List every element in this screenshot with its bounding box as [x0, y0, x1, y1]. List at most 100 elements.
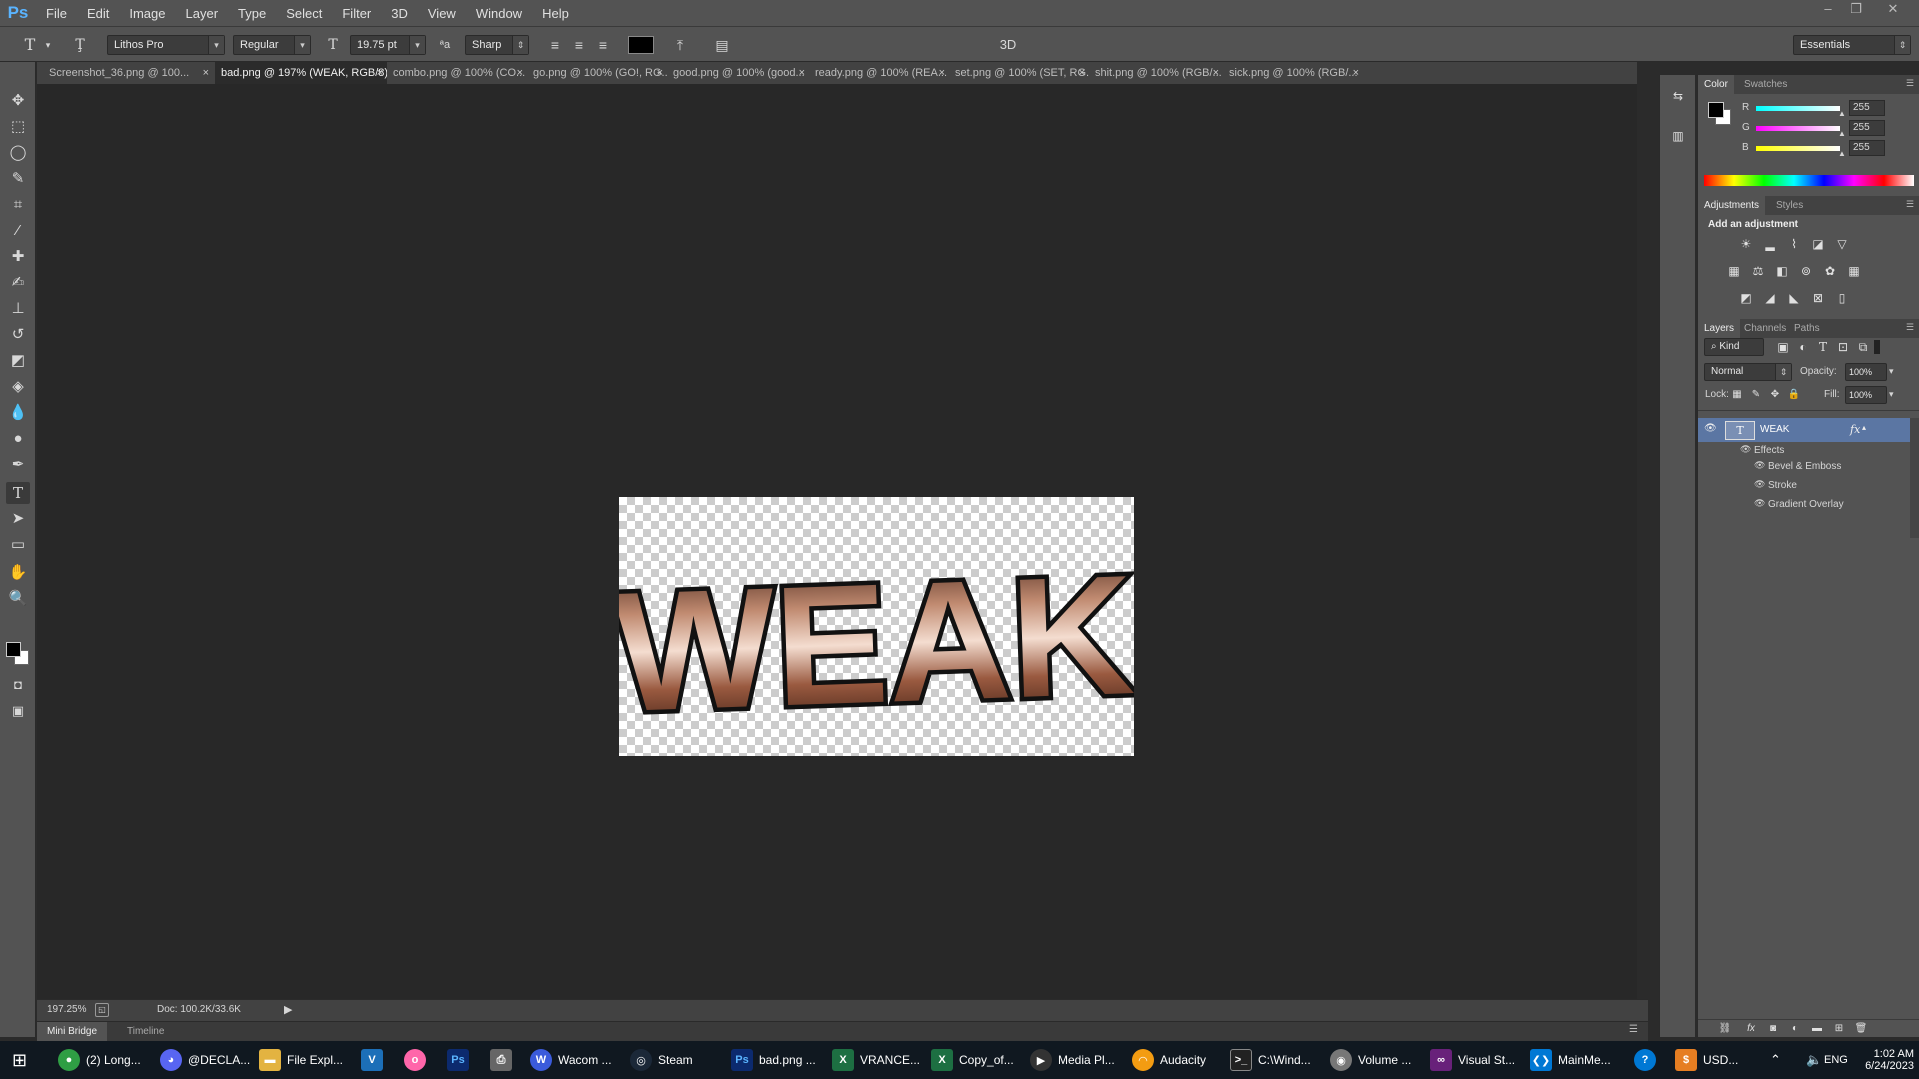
- layers-scrollbar[interactable]: [1910, 418, 1919, 538]
- visibility-eye-icon[interactable]: 👁: [1754, 479, 1765, 490]
- warp-text-icon[interactable]: ⤒: [670, 35, 690, 55]
- tab-mini-bridge[interactable]: Mini Bridge: [37, 1022, 108, 1041]
- levels-icon[interactable]: ▂: [1761, 235, 1779, 253]
- help-tray-icon[interactable]: ?: [1634, 1041, 1656, 1079]
- visibility-eye-icon[interactable]: 👁: [1754, 498, 1765, 509]
- color-balance-icon[interactable]: ⚖: [1749, 262, 1767, 280]
- green-value-input[interactable]: 255: [1849, 120, 1885, 136]
- taskbar-item-audacity[interactable]: ◠ Audacity: [1132, 1041, 1206, 1079]
- taskbar-item-discord[interactable]: ◕ @DECLA...: [160, 1041, 250, 1079]
- font-size-field[interactable]: 19.75 pt ▾: [350, 35, 426, 55]
- paint-bucket-tool-icon[interactable]: ◈: [6, 376, 30, 398]
- effect-row-bevel-emboss[interactable]: 👁 Bevel & Emboss: [1698, 459, 1910, 475]
- antialias-select[interactable]: Sharp ⇕: [465, 35, 529, 55]
- align-left-icon[interactable]: ≡: [545, 35, 565, 55]
- quick-mask-icon[interactable]: ◘: [6, 674, 30, 696]
- black-white-icon[interactable]: ◧: [1773, 262, 1791, 280]
- font-family-select[interactable]: Lithos Pro ▾: [107, 35, 225, 55]
- show-hidden-icons[interactable]: ⌃: [1770, 1041, 1781, 1079]
- chevron-down-icon[interactable]: ▾: [1889, 389, 1894, 400]
- tab-bad-png[interactable]: bad.png @ 197% (WEAK, RGB/8) * ×: [215, 62, 387, 84]
- close-icon[interactable]: ×: [377, 62, 383, 84]
- lock-image-icon[interactable]: ✎: [1747, 386, 1765, 404]
- posterize-icon[interactable]: ◢: [1761, 289, 1779, 307]
- layer-kind-filter[interactable]: ⌕ Kind: [1704, 338, 1764, 356]
- menu-help[interactable]: Help: [532, 0, 579, 27]
- taskbar-item-excel-copy[interactable]: X Copy_of...: [931, 1041, 1014, 1079]
- taskbar-item-vscode[interactable]: ❮❯ MainMe...: [1530, 1041, 1611, 1079]
- lock-transparent-icon[interactable]: ▦: [1728, 386, 1746, 404]
- clone-stamp-tool-icon[interactable]: ⊥: [6, 298, 30, 320]
- color-lookup-icon[interactable]: ▦: [1845, 262, 1863, 280]
- delete-layer-icon[interactable]: 🗑: [1852, 1020, 1870, 1038]
- status-export-icon[interactable]: ◱: [95, 1003, 109, 1017]
- taskbar-item-bad-png[interactable]: Ps bad.png ...: [731, 1041, 816, 1079]
- volume-tray[interactable]: 🔈: [1806, 1041, 1822, 1079]
- tab-good-png[interactable]: good.png @ 100% (good... ×: [667, 62, 809, 84]
- opacity-input[interactable]: 100%: [1845, 363, 1887, 381]
- tab-screenshot-36[interactable]: Screenshot_36.png @ 100... ×: [43, 62, 213, 84]
- lasso-tool-icon[interactable]: ◯: [6, 142, 30, 164]
- document-canvas[interactable]: WEAK: [619, 497, 1134, 756]
- menu-view[interactable]: View: [418, 0, 466, 27]
- toggle-text-orientation-icon[interactable]: Ţ: [70, 35, 90, 55]
- menu-3d[interactable]: 3D: [381, 0, 418, 27]
- panel-menu-icon[interactable]: ☰: [1906, 78, 1914, 89]
- tab-combo-png[interactable]: combo.png @ 100% (CO... ×: [387, 62, 527, 84]
- marquee-tool-icon[interactable]: ⬚: [6, 116, 30, 138]
- tab-set-png[interactable]: set.png @ 100% (SET, RG... ×: [949, 62, 1089, 84]
- layer-name[interactable]: WEAK: [1760, 424, 1789, 435]
- lock-position-icon[interactable]: ✥: [1766, 386, 1784, 404]
- color-spectrum-bar[interactable]: [1704, 175, 1914, 186]
- align-center-icon[interactable]: ≡: [569, 35, 589, 55]
- tab-go-png[interactable]: go.png @ 100% (GO!, RG... ×: [527, 62, 667, 84]
- taskbar-item-cmd[interactable]: >_ C:\Wind...: [1230, 1041, 1311, 1079]
- panel-menu-icon[interactable]: ☰: [1906, 322, 1914, 333]
- visibility-eye-icon[interactable]: 👁: [1704, 423, 1717, 434]
- zoom-level[interactable]: 197.25%: [47, 1004, 86, 1015]
- taskbar-item-media-player[interactable]: ▶ Media Pl...: [1030, 1041, 1115, 1079]
- history-panel-icon[interactable]: ⇆: [1669, 87, 1687, 105]
- panel-menu-icon[interactable]: ☰: [1906, 199, 1914, 210]
- green-slider[interactable]: [1756, 126, 1840, 131]
- effect-row-stroke[interactable]: 👁 Stroke: [1698, 478, 1910, 494]
- channel-mixer-icon[interactable]: ✿: [1821, 262, 1839, 280]
- smart-object-filter-icon[interactable]: ⧉: [1854, 338, 1872, 356]
- workspace-select[interactable]: Essentials ⇕: [1793, 35, 1911, 55]
- taskbar-item-osu[interactable]: o: [404, 1041, 426, 1079]
- red-slider[interactable]: [1756, 106, 1840, 111]
- close-icon[interactable]: ×: [799, 62, 805, 84]
- taskbar-item-visual-studio[interactable]: ∞ Visual St...: [1430, 1041, 1515, 1079]
- menu-edit[interactable]: Edit: [77, 0, 119, 27]
- tab-swatches[interactable]: Swatches: [1738, 75, 1793, 94]
- close-icon[interactable]: ×: [657, 62, 663, 84]
- close-icon[interactable]: ×: [203, 62, 209, 84]
- currency-widget[interactable]: $ USD...: [1675, 1041, 1738, 1079]
- text-color-swatch[interactable]: [628, 36, 654, 54]
- slider-handle-icon[interactable]: ▲: [1838, 149, 1846, 158]
- zoom-tool-icon[interactable]: 🔍: [6, 588, 30, 610]
- visibility-eye-icon[interactable]: 👁: [1754, 460, 1765, 471]
- dodge-tool-icon[interactable]: ●: [6, 428, 30, 450]
- blend-mode-select[interactable]: Normal ⇕: [1704, 363, 1792, 381]
- photo-filter-icon[interactable]: ⊚: [1797, 262, 1815, 280]
- restore-icon[interactable]: ❐: [1843, 0, 1869, 20]
- close-icon[interactable]: ×: [1353, 62, 1359, 84]
- 3d-button[interactable]: 3D: [993, 35, 1023, 55]
- curves-icon[interactable]: ⌇: [1785, 235, 1803, 253]
- play-arrow-icon[interactable]: ▶: [284, 1003, 292, 1016]
- tab-layers[interactable]: Layers: [1698, 319, 1741, 338]
- slider-handle-icon[interactable]: ▲: [1838, 109, 1846, 118]
- red-value-input[interactable]: 255: [1849, 100, 1885, 116]
- taskbar-item-printer[interactable]: ⎙: [490, 1041, 512, 1079]
- visibility-eye-icon[interactable]: 👁: [1740, 444, 1751, 455]
- type-tool-preset-icon[interactable]: T: [20, 35, 40, 55]
- layer-row-weak[interactable]: 👁 T WEAK fx ▴: [1698, 418, 1910, 442]
- hand-tool-icon[interactable]: ✋: [6, 562, 30, 584]
- close-icon[interactable]: ×: [1213, 62, 1219, 84]
- canvas-text-weak[interactable]: WEAK: [619, 535, 1134, 752]
- menu-file[interactable]: File: [36, 0, 77, 27]
- tab-channels[interactable]: Channels: [1738, 319, 1792, 338]
- slider-handle-icon[interactable]: ▲: [1838, 129, 1846, 138]
- adjustment-layer-filter-icon[interactable]: ◐: [1794, 338, 1812, 356]
